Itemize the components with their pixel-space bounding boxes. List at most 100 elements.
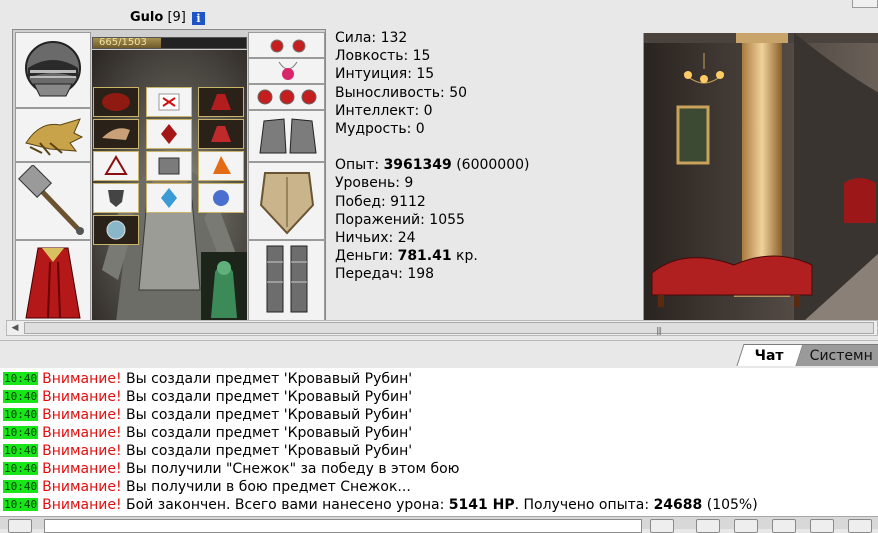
scrollbar-thumb[interactable]: |||: [24, 322, 874, 335]
inventory-cell-4[interactable]: [93, 119, 139, 149]
timestamp[interactable]: 10:40: [3, 480, 39, 493]
necklace-icon: [278, 61, 297, 80]
timestamp[interactable]: 10:40: [3, 498, 39, 511]
stat-agility: Ловкость: 15: [335, 48, 431, 65]
exp-next: (6000000): [451, 157, 530, 174]
money-unit: кр.: [451, 248, 478, 265]
filter-button[interactable]: [772, 519, 796, 533]
smiles-button[interactable]: [696, 519, 720, 533]
chat-message: 10:40 Внимание! Вы создали предмет 'Крова…: [3, 388, 412, 406]
chat-message: 10:40 Внимание! Вы создали предмет 'Крова…: [3, 406, 412, 424]
scroll-left-icon[interactable]: ◀: [7, 321, 23, 335]
shield-small-icon: [108, 190, 124, 207]
clear-button[interactable]: [734, 519, 758, 533]
bracers-slot[interactable]: [15, 108, 91, 162]
bust-portrait[interactable]: [201, 252, 247, 320]
tab-system[interactable]: Системн: [791, 344, 878, 366]
exp-label: Опыт:: [335, 157, 384, 174]
character-name[interactable]: Gulo: [130, 10, 163, 25]
settings-button[interactable]: [810, 519, 834, 533]
inventory-cell-6[interactable]: [198, 119, 244, 149]
warning-label: Внимание!: [42, 461, 122, 477]
boots-slot[interactable]: [248, 240, 325, 320]
message-text: (105%): [702, 497, 758, 513]
claws-icon: [25, 118, 84, 156]
inventory-cell-12[interactable]: [198, 183, 244, 213]
cloak-slot[interactable]: [15, 240, 91, 320]
necklace-slot[interactable]: [248, 58, 325, 84]
message-text: Вы создали предмет 'Кровавый Рубин': [121, 371, 413, 387]
gloves-icon: [258, 118, 317, 154]
helmet-slot[interactable]: [15, 32, 91, 108]
chat-menu-button[interactable]: [8, 519, 32, 533]
earrings-slot[interactable]: [248, 32, 325, 58]
armor-slot[interactable]: [248, 162, 325, 240]
extra-button[interactable]: [848, 519, 872, 533]
warning-label: Внимание!: [42, 497, 122, 513]
timestamp[interactable]: 10:40: [3, 444, 39, 457]
stat-experience: Опыт: 3961349 (6000000): [335, 156, 635, 174]
inventory-cell-5[interactable]: [146, 119, 192, 149]
rings-slot[interactable]: [248, 84, 325, 110]
scroll-icon: [158, 93, 180, 111]
timestamp[interactable]: 10:40: [3, 390, 39, 403]
tab-system-label: Системн: [809, 348, 873, 364]
info-icon[interactable]: i: [192, 12, 206, 25]
hp-text: 665/1503: [99, 37, 147, 48]
message-text: Вы создали предмет 'Кровавый Рубин': [121, 425, 413, 441]
shard-icon: [213, 156, 231, 174]
elixir-icon: [211, 126, 231, 142]
timestamp[interactable]: 10:40: [3, 372, 39, 385]
earrings-icon: [270, 39, 305, 53]
character-name-header: Gulo [9] i: [130, 10, 206, 25]
chat-message: 10:40 Внимание! Бой закончен. Всего вами …: [3, 496, 758, 514]
tab-chat[interactable]: Чат: [736, 344, 804, 366]
chat-message: 10:40 Внимание! Вы получили "Снежок" за п…: [3, 460, 459, 478]
inventory-cell-13[interactable]: [93, 215, 139, 245]
inventory-cell-9[interactable]: [198, 151, 244, 181]
timestamp[interactable]: 10:40: [3, 408, 39, 421]
inventory-cell-11[interactable]: [146, 183, 192, 213]
character-stats: Сила: 132 Ловкость: 15 Интуиция: 15 Выно…: [335, 29, 635, 284]
stat-losses: Поражений: 1055: [335, 211, 465, 228]
stat-draws: Ничьих: 24: [335, 230, 416, 247]
inventory-cell-2[interactable]: [146, 87, 192, 117]
helmet-icon: [25, 41, 81, 97]
grip-icon: |||: [656, 326, 662, 335]
amulet-icon: [102, 93, 130, 111]
stat-intellect: Интеллект: 0: [335, 102, 433, 119]
stat-money: Деньги: 781.41 кр.: [335, 247, 635, 265]
warning-label: Внимание!: [42, 389, 122, 405]
chat-message: 10:40 Внимание! Вы создали предмет 'Крова…: [3, 370, 412, 388]
gloves-slot[interactable]: [248, 110, 325, 162]
potion-icon: [211, 94, 231, 110]
horn-icon: [102, 128, 130, 140]
armor-icon: [259, 172, 314, 235]
inventory-cell-1[interactable]: [93, 87, 139, 117]
timestamp[interactable]: 10:40: [3, 462, 39, 475]
weapon-slot[interactable]: [15, 162, 91, 240]
stat-wisdom: Мудрость: 0: [335, 121, 425, 138]
character-avatar[interactable]: [92, 50, 247, 320]
top-bar: [0, 0, 878, 8]
chat-log[interactable]: 10:40 Внимание! Вы создали предмет 'Крова…: [0, 368, 878, 516]
inventory-cell-8[interactable]: [146, 151, 192, 181]
timestamp[interactable]: 10:40: [3, 426, 39, 439]
hp-bar: 665/1503: [92, 37, 247, 49]
chat-message: 10:40 Внимание! Вы получили в бою предмет…: [3, 478, 411, 496]
chat-input[interactable]: [44, 519, 642, 533]
inventory-cell-3[interactable]: [198, 87, 244, 117]
stat-wins: Побед: 9112: [335, 193, 426, 210]
inventory-cell-7[interactable]: [93, 151, 139, 181]
horizontal-scrollbar[interactable]: ◀ |||: [6, 320, 878, 336]
damage-value: 5141 HP: [448, 497, 515, 513]
stats-gap: [335, 138, 635, 156]
castle-hall-icon: [644, 33, 878, 321]
warning-label: Внимание!: [42, 371, 122, 387]
gauntlet-icon: [158, 157, 180, 175]
send-button[interactable]: [650, 519, 674, 533]
chat-message: 10:40 Внимание! Вы создали предмет 'Крова…: [3, 442, 412, 460]
location-image[interactable]: [643, 33, 878, 321]
stat-endurance: Выносливость: 50: [335, 84, 468, 101]
inventory-cell-10[interactable]: [93, 183, 139, 213]
